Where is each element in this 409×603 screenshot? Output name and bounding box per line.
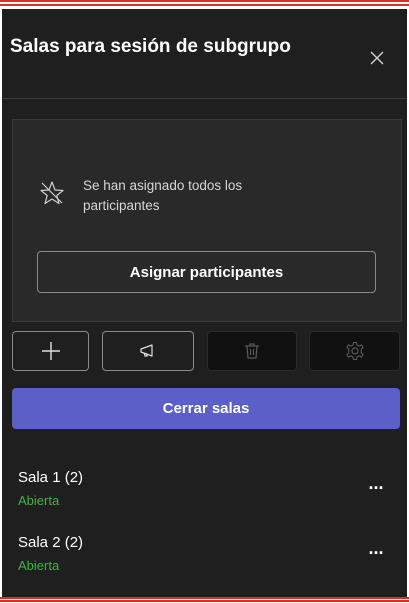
room-settings-button[interactable] [309,331,400,371]
plus-icon [41,342,60,360]
room-status: Abierta [18,493,60,508]
room-name: Sala 2 (2) [18,533,83,553]
gear-icon [345,341,364,361]
star-outline-icon [40,181,64,205]
assign-participants-button[interactable]: Asignar participantes [37,251,376,293]
more-options-button[interactable]: ... [364,474,388,496]
top-border-decoration [0,0,409,8]
room-participant-count: (2) [64,534,84,551]
header-divider [2,98,407,99]
room-participant-count: (2) [64,469,84,486]
megaphone-icon [140,344,153,357]
room-name: Sala 1 (2) [18,468,83,488]
room-status: Abierta [18,558,60,573]
more-options-button[interactable]: ... [364,539,388,561]
close-icon [370,51,384,65]
room-list-item-1[interactable]: Sala 1 (2) Abierta ... [2,468,407,524]
close-rooms-label: Cerrar salas [162,400,250,417]
breakout-rooms-panel: Salas para sesión de subgrupo Se han asi… [2,9,407,597]
room-name-text: Sala 2 [18,534,61,551]
panel-title: Salas para sesión de subgrupo [10,36,291,57]
trash-icon [245,343,259,359]
room-list-item-2[interactable]: Sala 2 (2) Abierta ... [2,533,407,589]
assign-status-card: Se han asignado todos los participantes … [12,119,402,322]
bottom-border-decoration [0,597,409,603]
announcement-button[interactable] [102,331,194,371]
delete-rooms-button[interactable] [207,331,297,371]
add-room-button[interactable] [12,331,89,371]
assign-status-message: Se han asignado todos los participantes [83,178,243,213]
room-name-text: Sala 1 [18,469,61,486]
assign-participants-label: Asignar participantes [129,263,284,281]
close-rooms-button[interactable]: Cerrar salas [12,388,400,429]
close-button[interactable] [362,43,392,73]
panel-header: Salas para sesión de subgrupo [2,9,407,99]
